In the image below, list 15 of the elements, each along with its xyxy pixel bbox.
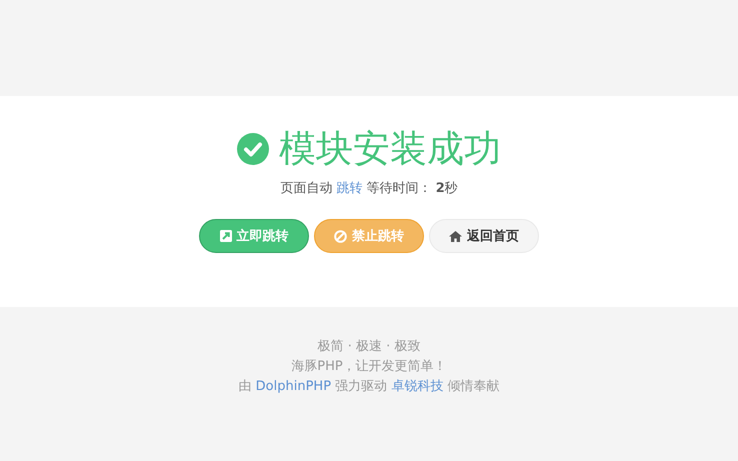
footer-text: 海豚PHP，让开发更简单！: [291, 358, 447, 376]
footer-text: 极简 · 极速 · 极致: [318, 338, 420, 356]
action-button[interactable]: 返回首页: [429, 219, 539, 253]
redirect-message: 页面自动 跳转 等待时间： 2秒: [280, 180, 458, 198]
ban-icon: [334, 230, 347, 242]
action-button[interactable]: 立即跳转: [199, 219, 309, 253]
footer-link[interactable]: 卓锐科技: [391, 379, 444, 394]
result-title: 模块安装成功: [279, 126, 501, 172]
footer-text: 由 DolphinPHP 强力驱动 卓锐科技 倾情奉献: [238, 378, 500, 396]
footer-link[interactable]: DolphinPHP: [256, 379, 332, 394]
check-circle-icon: [237, 133, 269, 165]
external-link-icon: [220, 230, 232, 242]
action-button[interactable]: 禁止跳转: [314, 219, 424, 253]
home-icon: [449, 230, 462, 242]
redirect-link[interactable]: 跳转: [336, 181, 362, 196]
